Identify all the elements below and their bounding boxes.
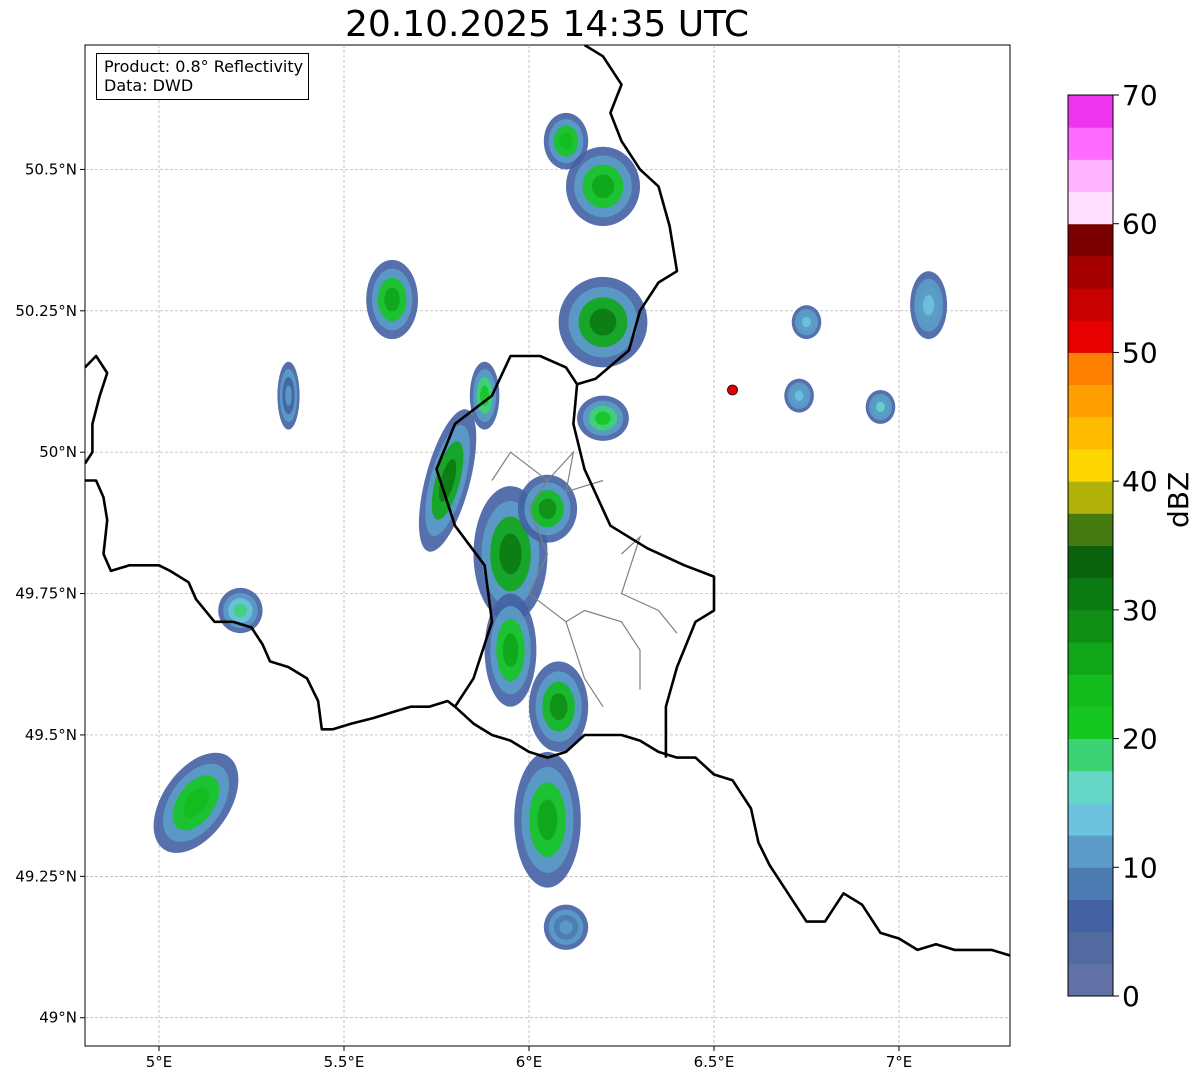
colorbar-tick-label: 40 (1122, 465, 1158, 498)
colorbar-band (1068, 352, 1113, 386)
colorbar-band (1068, 963, 1113, 997)
colorbar-band (1068, 545, 1113, 579)
colorbar-label: dBZ (1162, 471, 1195, 528)
product-info-box: Product: 0.8° Reflectivity Data: DWD (96, 53, 310, 100)
colorbar-band (1068, 835, 1113, 868)
colorbar-band (1068, 159, 1113, 193)
colorbar-ticks: 0 10 20 30 40 50 60 70 (1113, 79, 1158, 1013)
colorbar-band (1068, 577, 1113, 611)
colorbar-band (1068, 255, 1113, 289)
colorbar-tick-label: 60 (1122, 208, 1158, 241)
colorbar-band (1068, 288, 1113, 321)
colorbar-band (1068, 191, 1113, 225)
data-source-label: Data: DWD (104, 76, 194, 95)
colorbar-tick-label: 30 (1122, 594, 1158, 627)
colorbar-band (1068, 223, 1113, 257)
colorbar-band (1068, 674, 1113, 707)
colorbar-tick-label: 70 (1122, 79, 1158, 112)
map-title: 20.10.2025 14:35 UTC (344, 4, 750, 45)
colorbar-band (1068, 770, 1113, 804)
colorbar-bands (1068, 95, 1113, 997)
colorbar-band (1068, 448, 1113, 482)
colorbar-band (1068, 706, 1113, 740)
colorbar-band (1068, 899, 1113, 933)
colorbar-band (1068, 931, 1113, 965)
colorbar-band (1068, 802, 1113, 836)
colorbar: 0 10 20 30 40 50 60 70 (1067, 79, 1158, 1013)
colorbar-tick-label: 0 (1122, 980, 1140, 1013)
colorbar-tick-label: 50 (1122, 336, 1158, 369)
colorbar-tick-label: 20 (1122, 723, 1158, 756)
colorbar-band (1068, 481, 1113, 514)
colorbar-tick-label: 10 (1122, 851, 1158, 884)
colorbar-band (1068, 738, 1113, 772)
colorbar-band (1068, 384, 1113, 418)
colorbar-band (1068, 320, 1113, 353)
colorbar-band (1068, 609, 1113, 643)
product-label: Product: 0.8° Reflectivity (104, 57, 304, 76)
colorbar-band (1068, 642, 1113, 675)
colorbar-band (1068, 867, 1113, 900)
colorbar-band (1068, 513, 1113, 546)
colorbar-band (1068, 95, 1113, 128)
colorbar-band (1068, 416, 1113, 450)
colorbar-band (1068, 127, 1113, 160)
